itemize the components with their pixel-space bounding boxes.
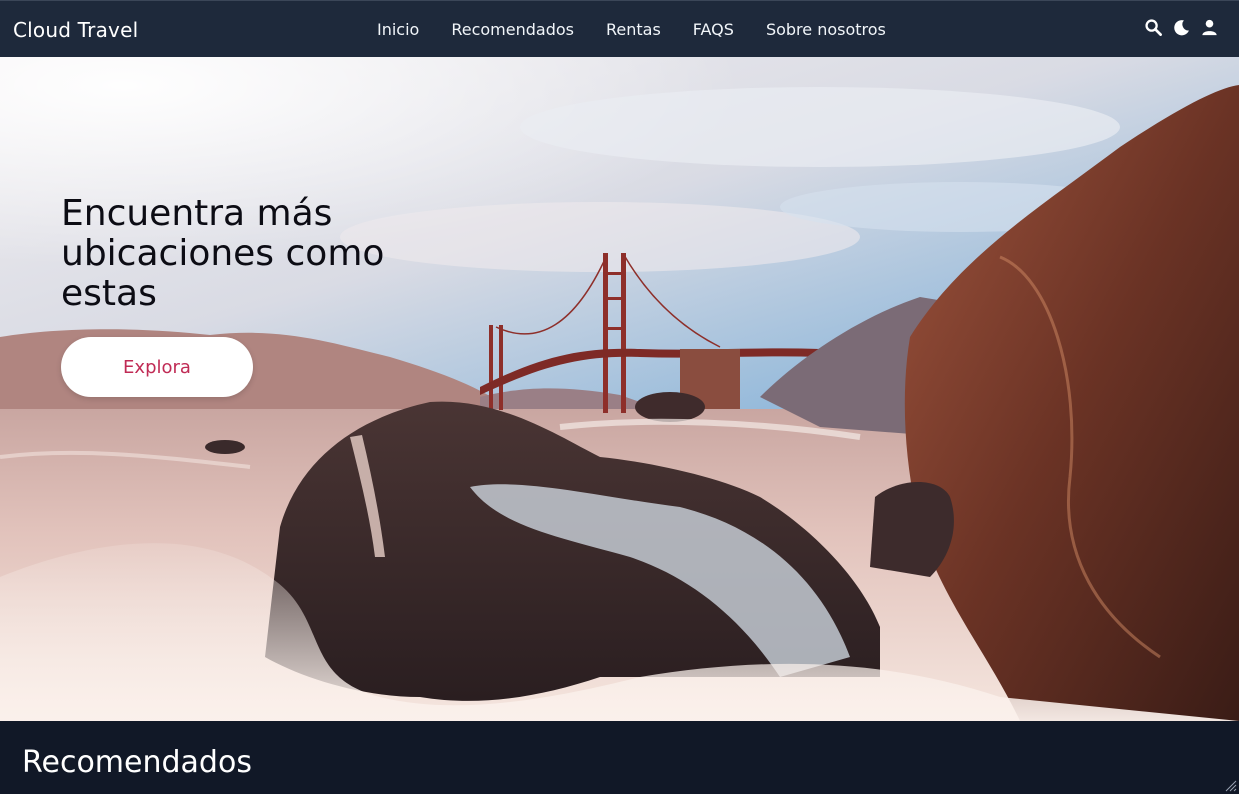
recommended-section: Recomendados — [0, 721, 1239, 794]
brand-logo[interactable]: Cloud Travel — [13, 18, 138, 42]
nav-link-faqs[interactable]: FAQS — [677, 20, 750, 39]
section-title: Recomendados — [22, 745, 252, 780]
user-icon[interactable] — [1200, 18, 1219, 37]
hero-banner: Encuentra más ubicaciones como estas Exp… — [0, 57, 1239, 721]
nav-links: Inicio Recomendados Rentas FAQS Sobre no… — [361, 1, 902, 58]
resize-grip-icon[interactable] — [1223, 778, 1237, 792]
search-icon[interactable] — [1144, 18, 1163, 37]
nav-link-sobre-nosotros[interactable]: Sobre nosotros — [750, 20, 902, 39]
nav-link-inicio[interactable]: Inicio — [361, 20, 435, 39]
nav-icons — [1144, 18, 1219, 37]
nav-link-rentas[interactable]: Rentas — [590, 20, 677, 39]
nav-link-recomendados[interactable]: Recomendados — [435, 20, 590, 39]
explore-button[interactable]: Explora — [61, 337, 253, 397]
hero-title: Encuentra más ubicaciones como estas — [61, 193, 385, 314]
moon-icon[interactable] — [1172, 18, 1191, 37]
navbar: Cloud Travel Inicio Recomendados Rentas … — [0, 0, 1239, 57]
